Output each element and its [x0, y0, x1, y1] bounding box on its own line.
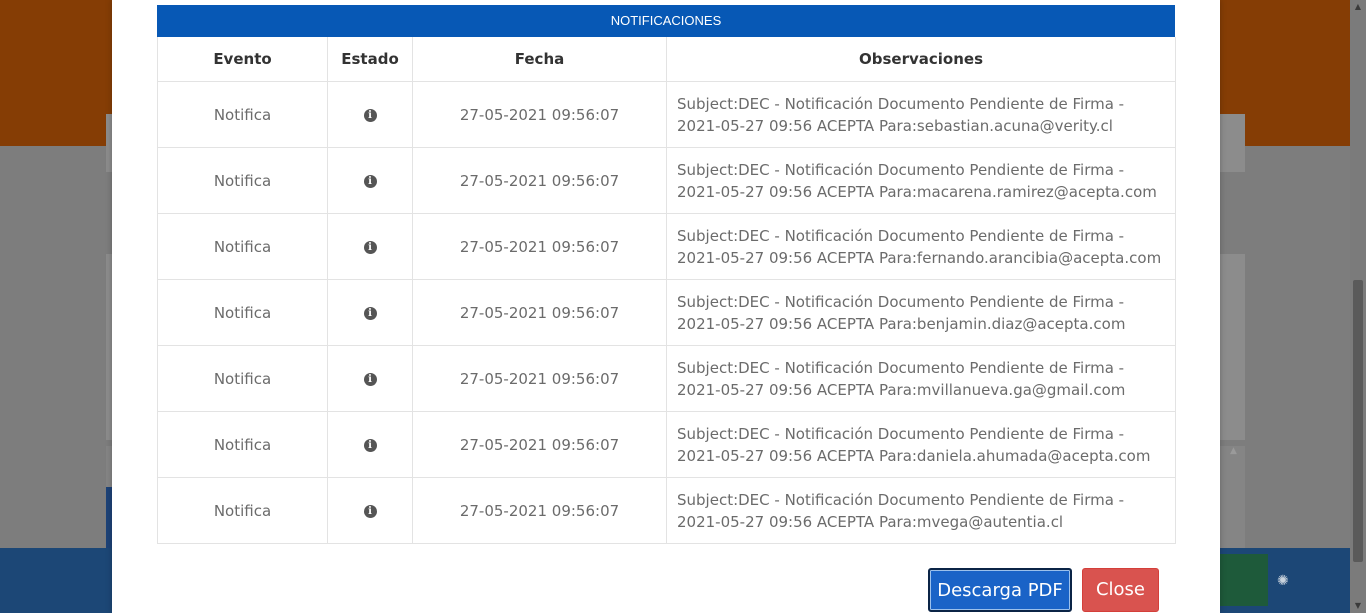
- screen: ▲ ✺ ▲ ▼ NOTIFICACIONES Evento Estado Fec…: [0, 0, 1366, 613]
- chevron-up-icon: ▲: [1230, 446, 1237, 456]
- evento-cell: Notifica: [157, 411, 328, 478]
- fecha-cell: 27-05-2021 09:56:07: [412, 345, 667, 412]
- observaciones-cell: Subject:DEC - Notificación Documento Pen…: [666, 213, 1176, 280]
- panel-title: NOTIFICACIONES: [157, 5, 1175, 37]
- evento-cell: Notifica: [157, 147, 328, 214]
- table-row: Notifica i 27-05-2021 09:56:07 Subject:D…: [157, 147, 1176, 214]
- observaciones-cell: Subject:DEC - Notificación Documento Pen…: [666, 81, 1176, 148]
- evento-cell: Notifica: [157, 81, 328, 148]
- table-row: Notifica i 27-05-2021 09:56:07 Subject:D…: [157, 213, 1176, 280]
- info-circle-icon[interactable]: i: [363, 240, 377, 254]
- info-circle-icon[interactable]: i: [363, 174, 377, 188]
- fecha-cell: 27-05-2021 09:56:07: [412, 279, 667, 346]
- observaciones-cell: Subject:DEC - Notificación Documento Pen…: [666, 477, 1176, 544]
- info-circle-icon[interactable]: i: [363, 306, 377, 320]
- fecha-cell: 27-05-2021 09:56:07: [412, 213, 667, 280]
- info-circle-icon[interactable]: i: [363, 372, 377, 386]
- observaciones-cell: Subject:DEC - Notificación Documento Pen…: [666, 345, 1176, 412]
- estado-cell: i: [327, 147, 413, 214]
- table-row: Notifica i 27-05-2021 09:56:07 Subject:D…: [157, 411, 1176, 478]
- info-circle-icon[interactable]: i: [363, 438, 377, 452]
- scroll-up-arrow-icon[interactable]: ▲: [1350, 0, 1366, 14]
- estado-cell: i: [327, 411, 413, 478]
- observaciones-cell: Subject:DEC - Notificación Documento Pen…: [666, 411, 1176, 478]
- table-row: Notifica i 27-05-2021 09:56:07 Subject:D…: [157, 279, 1176, 346]
- page-scrollbar[interactable]: ▲ ▼: [1350, 0, 1366, 613]
- fecha-cell: 27-05-2021 09:56:07: [412, 477, 667, 544]
- estado-cell: i: [327, 279, 413, 346]
- column-header-observaciones: Observaciones: [666, 37, 1176, 82]
- scroll-down-arrow-icon[interactable]: ▼: [1350, 599, 1366, 613]
- notifications-table: Evento Estado Fecha Observaciones Notifi…: [157, 37, 1176, 544]
- column-header-fecha: Fecha: [412, 37, 667, 82]
- notifications-modal: NOTIFICACIONES Evento Estado Fecha Obser…: [112, 0, 1220, 613]
- observaciones-cell: Subject:DEC - Notificación Documento Pen…: [666, 147, 1176, 214]
- table-row: Notifica i 27-05-2021 09:56:07 Subject:D…: [157, 345, 1176, 412]
- info-circle-icon[interactable]: i: [363, 504, 377, 518]
- fecha-cell: 27-05-2021 09:56:07: [412, 81, 667, 148]
- estado-cell: i: [327, 477, 413, 544]
- table-header-row: Evento Estado Fecha Observaciones: [157, 37, 1176, 82]
- estado-cell: i: [327, 213, 413, 280]
- estado-cell: i: [327, 81, 413, 148]
- notifications-panel: NOTIFICACIONES Evento Estado Fecha Obser…: [157, 5, 1176, 544]
- evento-cell: Notifica: [157, 477, 328, 544]
- info-circle-icon[interactable]: i: [363, 108, 377, 122]
- evento-cell: Notifica: [157, 213, 328, 280]
- fecha-cell: 27-05-2021 09:56:07: [412, 411, 667, 478]
- table-row: Notifica i 27-05-2021 09:56:07 Subject:D…: [157, 81, 1176, 148]
- estado-cell: i: [327, 345, 413, 412]
- loading-spinner-icon: ✺: [1277, 573, 1289, 589]
- column-header-evento: Evento: [157, 37, 328, 82]
- download-pdf-button[interactable]: Descarga PDF: [928, 568, 1072, 612]
- column-header-estado: Estado: [327, 37, 413, 82]
- fecha-cell: 27-05-2021 09:56:07: [412, 147, 667, 214]
- table-row: Notifica i 27-05-2021 09:56:07 Subject:D…: [157, 477, 1176, 544]
- close-button[interactable]: Close: [1082, 568, 1159, 612]
- evento-cell: Notifica: [157, 345, 328, 412]
- observaciones-cell: Subject:DEC - Notificación Documento Pen…: [666, 279, 1176, 346]
- evento-cell: Notifica: [157, 279, 328, 346]
- scrollbar-thumb[interactable]: [1353, 280, 1363, 562]
